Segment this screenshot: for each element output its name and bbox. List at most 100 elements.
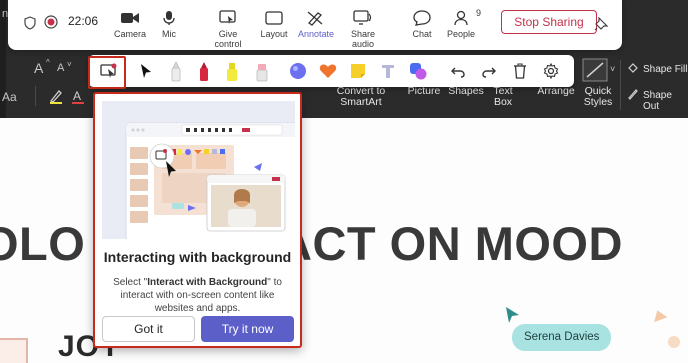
shapes-tool[interactable] <box>406 59 430 83</box>
share-audio-icon <box>353 10 372 25</box>
text-box-label-2: Box <box>493 96 513 108</box>
quick-styles-label-2: Styles <box>583 96 613 108</box>
interact-background-illustration <box>102 101 295 239</box>
people-icon <box>454 10 468 26</box>
shapes-icon <box>410 63 427 80</box>
chevron-down-icon[interactable]: ˅ <box>610 64 615 74</box>
select-pointer-tool[interactable] <box>134 59 158 83</box>
redo-button[interactable] <box>477 59 501 83</box>
annotate-pen-icon <box>307 11 323 26</box>
give-control-icon <box>219 10 236 24</box>
redo-icon <box>482 67 496 78</box>
chat-label: Chat <box>412 29 432 39</box>
ribbon-divider <box>35 86 36 106</box>
picture-button[interactable]: Picture <box>404 86 444 97</box>
trash-icon <box>514 63 526 79</box>
gear-icon <box>543 63 559 79</box>
undo-button[interactable] <box>446 59 470 83</box>
record-icon[interactable] <box>44 15 58 29</box>
collaborator-cursor-icon <box>506 307 519 323</box>
popup-desc-prefix: Select " <box>113 277 148 288</box>
shapes-button[interactable]: Shapes <box>446 86 486 97</box>
shield-icon[interactable] <box>24 16 36 30</box>
annotate-label: Annotate <box>298 29 335 39</box>
highlighter-tool[interactable] <box>220 59 244 83</box>
highlighter-icon <box>227 63 237 81</box>
layout-button[interactable]: Layout <box>260 10 288 39</box>
give-control-label: Give control <box>214 29 242 49</box>
decorative-dot <box>668 336 680 348</box>
people-button[interactable]: People <box>446 10 476 39</box>
popup-illustration <box>102 101 295 239</box>
eraser-icon <box>256 64 268 82</box>
paint-bucket-icon <box>628 63 638 73</box>
camera-icon <box>121 13 139 23</box>
font-size-down-button[interactable]: A <box>57 62 64 74</box>
pointer-icon <box>141 64 151 78</box>
slide-title-part-b: ACT ON MOOD <box>278 217 623 270</box>
decorative-rectangle <box>0 338 28 363</box>
pen-white-tool[interactable] <box>164 59 188 83</box>
collaborator-name-tag: Serena Davies <box>512 324 612 351</box>
shape-outline-button[interactable]: Shape Out <box>643 90 688 112</box>
share-audio-button[interactable]: Share audio <box>340 10 386 49</box>
pen-red-icon <box>200 62 208 81</box>
shape-fill-button[interactable]: Shape Fill <box>643 64 687 75</box>
chat-button[interactable]: Chat <box>410 10 434 39</box>
annotation-toolbar <box>88 55 574 87</box>
convert-smartart-button[interactable]: Convert to SmartArt <box>336 86 386 108</box>
people-count-badge: 9 <box>476 8 482 18</box>
eraser-tool[interactable] <box>250 59 274 83</box>
pen-red-tool[interactable] <box>192 59 216 83</box>
caret-down-icon: ˅ <box>67 60 72 69</box>
bubble-icon <box>290 63 306 79</box>
heart-tool[interactable] <box>316 59 340 83</box>
interact-background-teaching-popup: Interacting with background Select "Inte… <box>93 92 302 348</box>
pen-white-icon <box>171 61 181 82</box>
text-box-button[interactable]: Text Box <box>490 86 516 108</box>
text-tool[interactable] <box>376 59 400 83</box>
quick-styles-preview-icon[interactable] <box>582 58 608 82</box>
interact-tool-highlight <box>88 56 126 89</box>
font-size-up-button[interactable]: A <box>34 60 43 76</box>
teams-sharing-bar: 22:06 Camera Mic Give control Layout Ann… <box>8 0 622 50</box>
caret-up-icon: ^ <box>46 58 50 67</box>
font-color-icon[interactable]: A <box>70 88 86 104</box>
popup-description: Select "Interact with Background" to int… <box>101 276 294 315</box>
chat-icon <box>413 10 431 26</box>
share-audio-label: Share audio <box>350 29 376 49</box>
got-it-button[interactable]: Got it <box>102 316 195 342</box>
stop-sharing-button[interactable]: Stop Sharing <box>501 10 597 34</box>
pin-icon[interactable] <box>594 17 608 31</box>
microphone-icon <box>163 11 175 25</box>
sticky-note-tool[interactable] <box>346 59 370 83</box>
mic-label: Mic <box>162 29 176 39</box>
ribbon-divider <box>620 60 621 110</box>
try-it-now-button[interactable]: Try it now <box>201 316 294 342</box>
settings-button[interactable] <box>539 59 563 83</box>
meeting-timer: 22:06 <box>68 14 99 28</box>
undo-icon <box>451 67 465 78</box>
reaction-bubble-tool[interactable] <box>286 59 310 83</box>
delete-button[interactable] <box>508 59 532 83</box>
sticky-note-icon <box>351 64 365 78</box>
highlight-pen-icon[interactable] <box>48 88 64 104</box>
layout-label: Layout <box>260 29 288 39</box>
change-case-button[interactable]: Aa <box>2 90 17 104</box>
quick-styles-button[interactable]: Quick Styles <box>580 86 616 108</box>
mic-button[interactable]: Mic <box>158 10 180 39</box>
annotate-button[interactable]: Annotate <box>298 10 335 39</box>
give-control-button[interactable]: Give control <box>204 10 252 49</box>
slide-title-part-a: OLO <box>0 217 86 270</box>
arrange-button[interactable]: Arrange <box>536 86 576 97</box>
decorative-triangle <box>650 307 668 323</box>
text-icon <box>382 65 394 78</box>
camera-label: Camera <box>113 29 146 39</box>
popup-desc-bold: Interact with Background <box>147 277 268 288</box>
layout-icon <box>265 11 283 25</box>
heart-icon <box>319 64 337 78</box>
svg-text:A: A <box>73 89 81 103</box>
camera-button[interactable]: Camera <box>113 10 147 39</box>
popup-title: Interacting with background <box>103 249 292 265</box>
people-label: People <box>446 29 476 39</box>
